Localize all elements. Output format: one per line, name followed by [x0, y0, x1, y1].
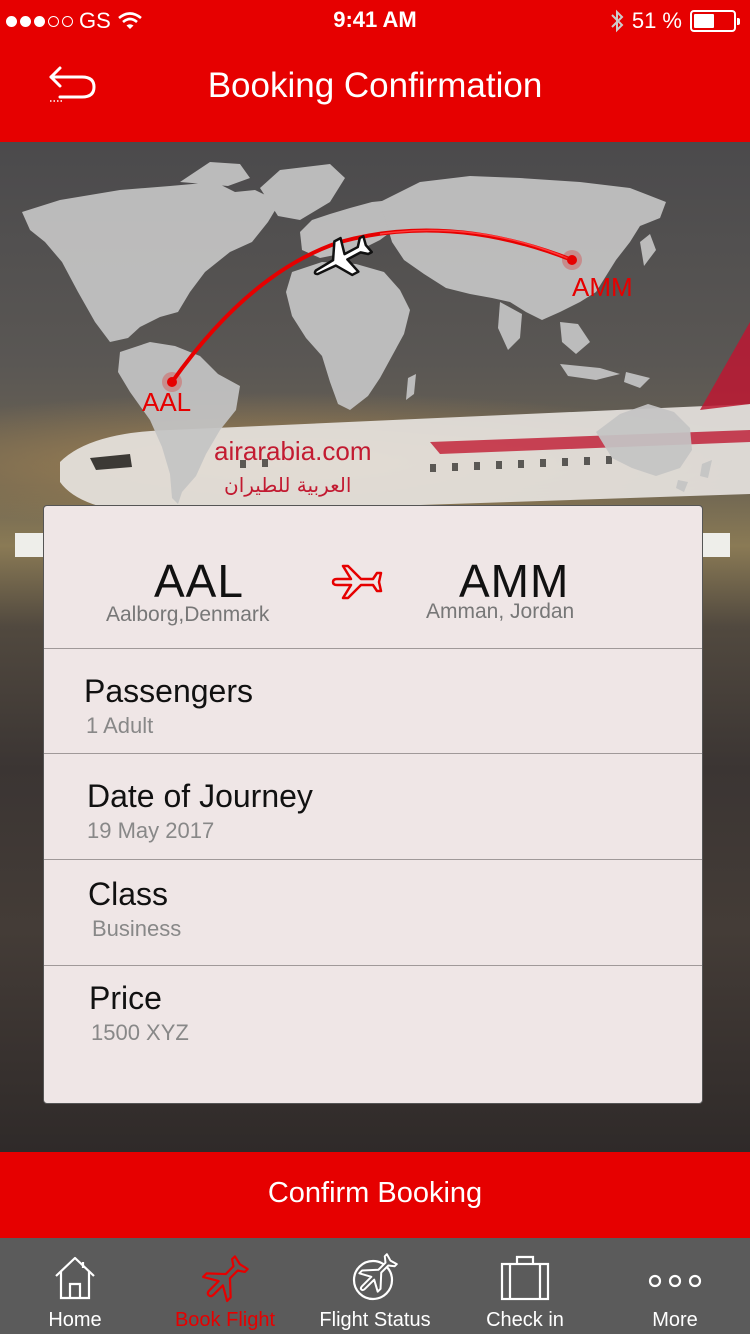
tab-check-in[interactable]: Check in [450, 1238, 600, 1334]
class-label: Class [88, 876, 169, 912]
price-row: Price 1500 XYZ [44, 966, 702, 1104]
page-title: Booking Confirmation [207, 66, 543, 105]
tab-book-flight-label: Book Flight [174, 1309, 276, 1331]
luggage-icon [500, 1255, 550, 1301]
map-destination-label: AMM [572, 272, 633, 302]
origin-code: AAL [154, 555, 244, 607]
passengers-label: Passengers [84, 673, 253, 709]
date-row: Date of Journey 19 May 2017 [44, 754, 702, 860]
airline-logo-arabic: العربية للطيران [224, 473, 351, 497]
price-value: 1500 XYZ [91, 1020, 189, 1045]
date-label: Date of Journey [87, 778, 313, 814]
more-dots-icon [648, 1274, 702, 1288]
passengers-value: 1 Adult [86, 713, 154, 738]
airplane-icon [201, 1255, 249, 1303]
navigation-bar: Booking Confirmation [0, 40, 750, 142]
class-value: Business [92, 916, 182, 941]
battery-percent: 51 % [631, 8, 682, 33]
booking-summary-card: AAL Aalborg,Denmark AMM Amman, Jordan Pa… [43, 505, 703, 1104]
home-icon [55, 1256, 95, 1300]
date-value: 19 May 2017 [87, 818, 215, 843]
map-origin-label: AAL [142, 387, 191, 417]
price-label: Price [89, 980, 162, 1016]
tab-bar: Home Book Flight Flight Status Check in [0, 1238, 750, 1334]
flight-status-icon [352, 1253, 398, 1301]
airplane-icon [331, 564, 383, 600]
confirm-booking-button[interactable]: Confirm Booking [0, 1152, 750, 1238]
tab-more-label: More [652, 1309, 698, 1331]
tab-flight-status[interactable]: Flight Status [300, 1238, 450, 1334]
bluetooth-icon [611, 9, 624, 33]
class-row: Class Business [44, 860, 702, 966]
status-bar: GS 9:41 AM 51 % [0, 0, 750, 40]
tab-more[interactable]: More [600, 1238, 750, 1334]
tab-home[interactable]: Home [0, 1238, 150, 1334]
airline-logo-text: airarabia.com [214, 436, 372, 466]
tab-check-in-label: Check in [486, 1309, 564, 1331]
destination-city: Amman, Jordan [426, 600, 575, 623]
tab-book-flight[interactable]: Book Flight [150, 1238, 300, 1334]
tab-home-label: Home [48, 1309, 102, 1331]
origin-city: Aalborg,Denmark [106, 603, 270, 626]
battery-icon [690, 10, 740, 32]
tab-flight-status-label: Flight Status [319, 1309, 431, 1331]
passengers-row: Passengers 1 Adult [44, 649, 702, 754]
route-section: AAL Aalborg,Denmark AMM Amman, Jordan [44, 506, 702, 649]
